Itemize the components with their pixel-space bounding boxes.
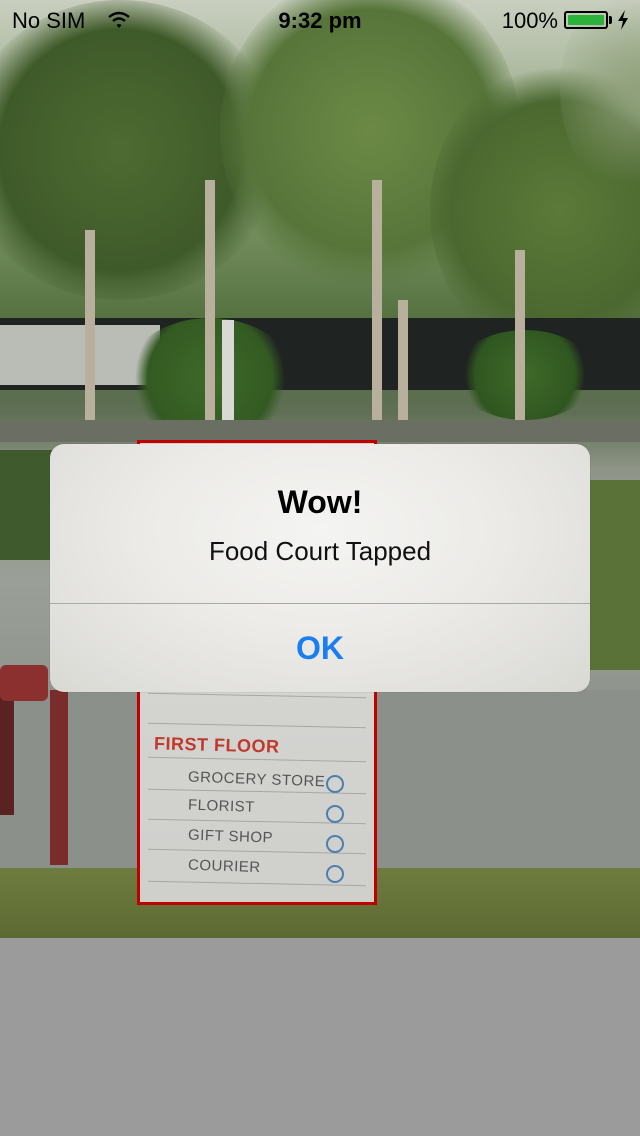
tree-trunk	[85, 230, 95, 420]
hydrant-pipe	[50, 690, 68, 865]
alert-dialog: Wow! Food Court Tapped OK	[50, 444, 590, 692]
sign-entry: GROCERY STORE	[187, 768, 326, 791]
battery-percentage: 100%	[501, 8, 558, 33]
direction-arrow-icon	[325, 804, 345, 824]
sign-heading: FIRST FLOOR	[153, 733, 280, 757]
sign-divider	[148, 722, 366, 729]
garden-ledge	[0, 420, 640, 442]
tree-trunk	[205, 180, 215, 430]
battery-cap	[609, 16, 612, 24]
battery-level	[568, 15, 604, 25]
ok-button[interactable]: OK	[50, 604, 590, 692]
hydrant-body	[0, 690, 14, 815]
direction-arrow-icon	[325, 774, 345, 794]
hydrant-head	[0, 665, 48, 701]
sign-entry: COURIER	[187, 856, 261, 877]
bush	[455, 330, 595, 420]
sign-divider	[148, 692, 366, 699]
sign-entry: FLORIST	[187, 796, 256, 816]
tree-trunk	[398, 300, 408, 440]
light-post	[222, 320, 234, 430]
alert-title: Wow!	[277, 484, 363, 520]
sign-entry: GIFT SHOP	[187, 826, 274, 847]
direction-arrow-icon	[325, 864, 345, 884]
tree-trunk	[515, 250, 525, 440]
direction-arrow-icon	[325, 834, 345, 854]
battery-icon	[564, 11, 608, 29]
sign-divider	[148, 756, 366, 763]
charging-bolt-icon	[618, 10, 628, 30]
alert-message: Food Court Tapped	[208, 536, 432, 566]
tree-trunk	[372, 180, 382, 440]
status-bar: No SIM 9:32 pm 100%	[0, 0, 640, 40]
empty-bottom-area	[0, 938, 640, 1136]
